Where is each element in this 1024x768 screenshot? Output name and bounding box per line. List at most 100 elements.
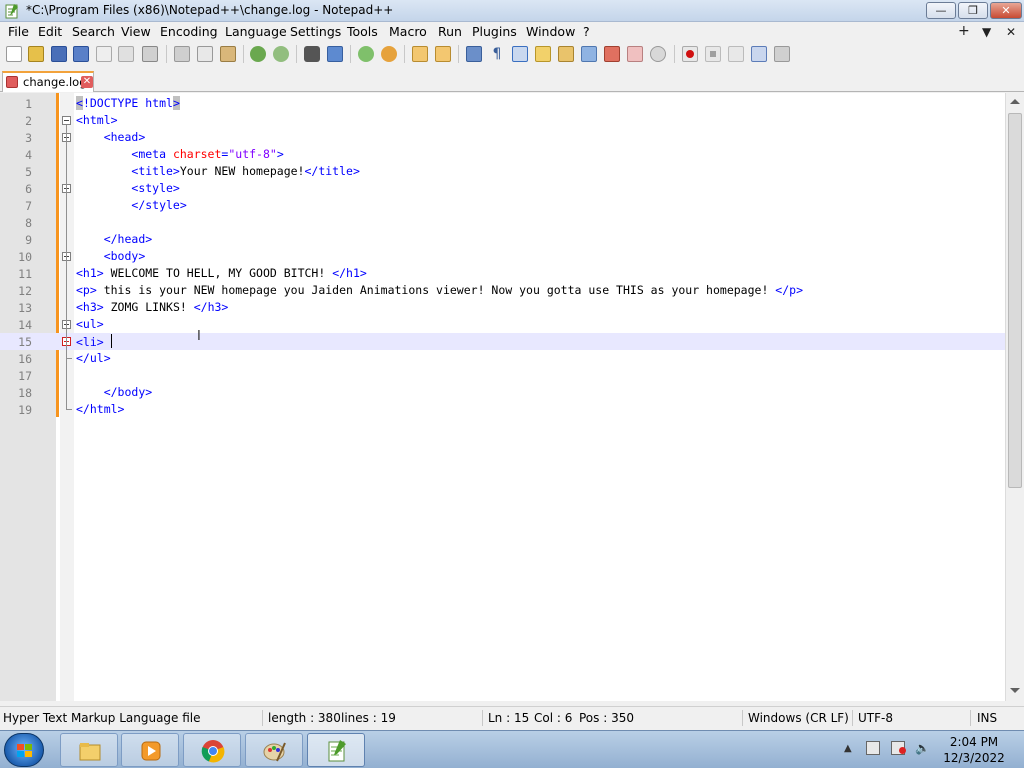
menu-run[interactable]: Run xyxy=(438,24,462,39)
code-text: <meta charset="utf-8"> xyxy=(131,147,284,161)
status-lines: lines : 19 xyxy=(341,711,396,725)
folder-workspace-icon[interactable] xyxy=(627,46,643,62)
menu-help[interactable]: ? xyxy=(583,24,590,39)
close-icon[interactable] xyxy=(96,46,112,62)
menu-window[interactable]: Window xyxy=(526,24,575,39)
line-number: 6 xyxy=(25,182,32,196)
scroll-thumb[interactable] xyxy=(1008,113,1022,488)
play-macro-icon[interactable] xyxy=(728,46,744,62)
menu-macro[interactable]: Macro xyxy=(389,24,427,39)
code-line[interactable]: 9 </head> xyxy=(0,231,1005,248)
line-number: 8 xyxy=(25,216,32,230)
code-line[interactable]: 3 <head> xyxy=(0,129,1005,146)
taskbar-media-player[interactable] xyxy=(121,733,179,767)
close-all-icon[interactable] xyxy=(118,46,134,62)
maximize-button[interactable]: ❐ xyxy=(958,2,988,19)
scroll-down-icon[interactable] xyxy=(1010,688,1020,693)
volume-icon[interactable]: 🔈 xyxy=(915,741,930,755)
taskbar-explorer[interactable] xyxy=(60,733,118,767)
title-bar[interactable]: *C:\Program Files (x86)\Notepad++\change… xyxy=(0,0,1024,22)
code-line[interactable]: 2 <html> xyxy=(0,112,1005,129)
action-center-icon[interactable] xyxy=(891,741,906,755)
code-line[interactable]: 16 </ul> xyxy=(0,350,1005,367)
open-file-icon[interactable] xyxy=(28,46,44,62)
line-number: 18 xyxy=(18,386,32,400)
code-line[interactable]: 18 </body> xyxy=(0,384,1005,401)
indent-guide-icon[interactable] xyxy=(512,46,528,62)
code-editor[interactable]: 1 <!DOCTYPE html> 2 <html> 3 <head> 4 <meta c… xyxy=(0,93,1005,701)
copy-icon[interactable] xyxy=(197,46,213,62)
tab-change-log[interactable]: change.log ✕ xyxy=(2,71,94,92)
zoom-in-icon[interactable] xyxy=(358,46,374,62)
scroll-up-icon[interactable] xyxy=(1010,99,1020,104)
menu-tools[interactable]: Tools xyxy=(347,24,378,39)
taskbar-paint[interactable] xyxy=(245,733,303,767)
redo-icon[interactable] xyxy=(273,46,289,62)
tab-list-button[interactable]: ▼ xyxy=(982,25,991,39)
fold-toggle-icon[interactable] xyxy=(62,116,71,125)
show-all-chars-icon[interactable]: ¶ xyxy=(489,46,505,62)
close-tab-menu-button[interactable]: ✕ xyxy=(1006,25,1016,39)
sync-horizontal-icon[interactable] xyxy=(435,46,451,62)
menu-search[interactable]: Search xyxy=(72,24,115,39)
code-line[interactable]: 8 xyxy=(0,214,1005,231)
code-line[interactable]: 6 <style> xyxy=(0,180,1005,197)
menu-settings[interactable]: Settings xyxy=(290,24,341,39)
menu-encoding[interactable]: Encoding xyxy=(160,24,218,39)
zoom-out-icon[interactable] xyxy=(381,46,397,62)
code-line[interactable]: 11 <h1> WELCOME TO HELL, MY GOOD BITCH! <… xyxy=(0,265,1005,282)
user-defined-lang-icon[interactable] xyxy=(535,46,551,62)
menu-edit[interactable]: Edit xyxy=(38,24,62,39)
minimize-button[interactable]: — xyxy=(926,2,956,19)
close-window-button[interactable]: ✕ xyxy=(990,2,1022,19)
code-line[interactable]: 19 </html> xyxy=(0,401,1005,418)
stop-macro-icon[interactable] xyxy=(705,46,721,62)
network-icon[interactable] xyxy=(866,741,880,755)
windows-flag-icon xyxy=(17,744,32,757)
function-list-icon[interactable] xyxy=(604,46,620,62)
line-number: 11 xyxy=(18,267,32,281)
save-macro-icon[interactable] xyxy=(774,46,790,62)
undo-icon[interactable] xyxy=(250,46,266,62)
taskbar-chrome[interactable] xyxy=(183,733,241,767)
code-line[interactable]: 10 <body> xyxy=(0,248,1005,265)
menu-file[interactable]: File xyxy=(8,24,29,39)
save-icon[interactable] xyxy=(51,46,67,62)
doc-list-icon[interactable] xyxy=(581,46,597,62)
code-line[interactable]: 15 <li> xyxy=(0,333,1005,350)
record-macro-icon[interactable] xyxy=(682,46,698,62)
save-all-icon[interactable] xyxy=(73,46,89,62)
start-button[interactable] xyxy=(4,733,44,767)
word-wrap-icon[interactable] xyxy=(466,46,482,62)
system-clock[interactable]: 2:04 PM 12/3/2022 xyxy=(936,734,1012,766)
code-text: <h1> WELCOME TO HELL, MY GOOD BITCH! </h… xyxy=(76,266,367,280)
code-line[interactable]: 14 <ul> xyxy=(0,316,1005,333)
new-file-icon[interactable] xyxy=(6,46,22,62)
code-text: </html> xyxy=(76,402,125,416)
find-icon[interactable] xyxy=(304,46,320,62)
menu-language[interactable]: Language xyxy=(225,24,287,39)
code-line[interactable]: 13 <h3> ZOMG LINKS! </h3> xyxy=(0,299,1005,316)
paste-icon[interactable] xyxy=(220,46,236,62)
code-line[interactable]: 5 <title>Your NEW homepage!</title> xyxy=(0,163,1005,180)
cut-icon[interactable] xyxy=(174,46,190,62)
sync-vertical-icon[interactable] xyxy=(412,46,428,62)
show-hidden-icons-icon[interactable]: ▲ xyxy=(844,743,858,757)
new-tab-button[interactable]: + xyxy=(958,23,970,39)
menu-view[interactable]: View xyxy=(121,24,151,39)
tab-close-icon[interactable]: ✕ xyxy=(81,76,93,88)
doc-map-icon[interactable] xyxy=(558,46,574,62)
run-multiple-icon[interactable] xyxy=(751,46,767,62)
taskbar-notepadpp[interactable] xyxy=(307,733,365,767)
vertical-scrollbar[interactable] xyxy=(1005,93,1024,701)
menu-plugins[interactable]: Plugins xyxy=(472,24,517,39)
status-separator xyxy=(262,710,263,726)
code-line[interactable]: 12 <p> this is your NEW homepage you Jaid… xyxy=(0,282,1005,299)
print-icon[interactable] xyxy=(142,46,158,62)
code-line[interactable]: 4 <meta charset="utf-8"> xyxy=(0,146,1005,163)
monitoring-icon[interactable] xyxy=(650,46,666,62)
code-line[interactable]: 17 xyxy=(0,367,1005,384)
replace-icon[interactable] xyxy=(327,46,343,62)
code-line[interactable]: 1 <!DOCTYPE html> xyxy=(0,95,1005,112)
code-line[interactable]: 7 </style> xyxy=(0,197,1005,214)
